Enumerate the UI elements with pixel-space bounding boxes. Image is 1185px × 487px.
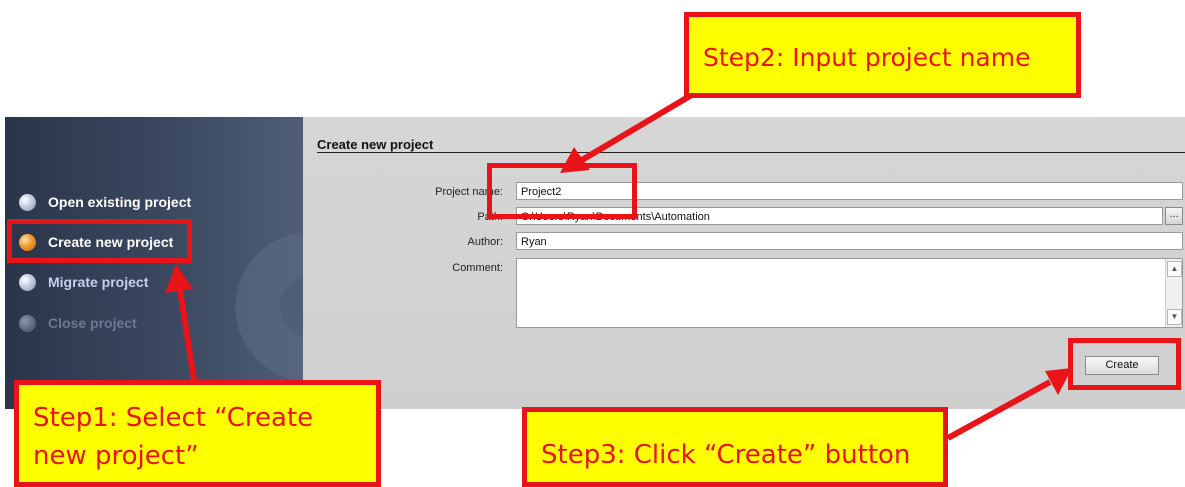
arrow-step2	[560, 87, 702, 173]
callout-step2: Step2: Input project name	[684, 12, 1081, 98]
arrow-step3	[946, 368, 1072, 441]
callout-step1: Step1: Select “Create new project”	[14, 380, 381, 487]
callout-step2-text: Step2: Input project name	[703, 43, 1031, 72]
highlight-create-button	[1068, 338, 1181, 390]
callout-step3-text: Step3: Click “Create” button	[541, 440, 911, 470]
callout-step3: Step3: Click “Create” button	[522, 407, 948, 487]
highlight-create-new-project	[7, 219, 192, 263]
highlight-project-name	[487, 163, 637, 219]
callout-step1-text: Step1: Select “Create new project”	[33, 403, 314, 471]
arrow-step1	[165, 264, 197, 381]
